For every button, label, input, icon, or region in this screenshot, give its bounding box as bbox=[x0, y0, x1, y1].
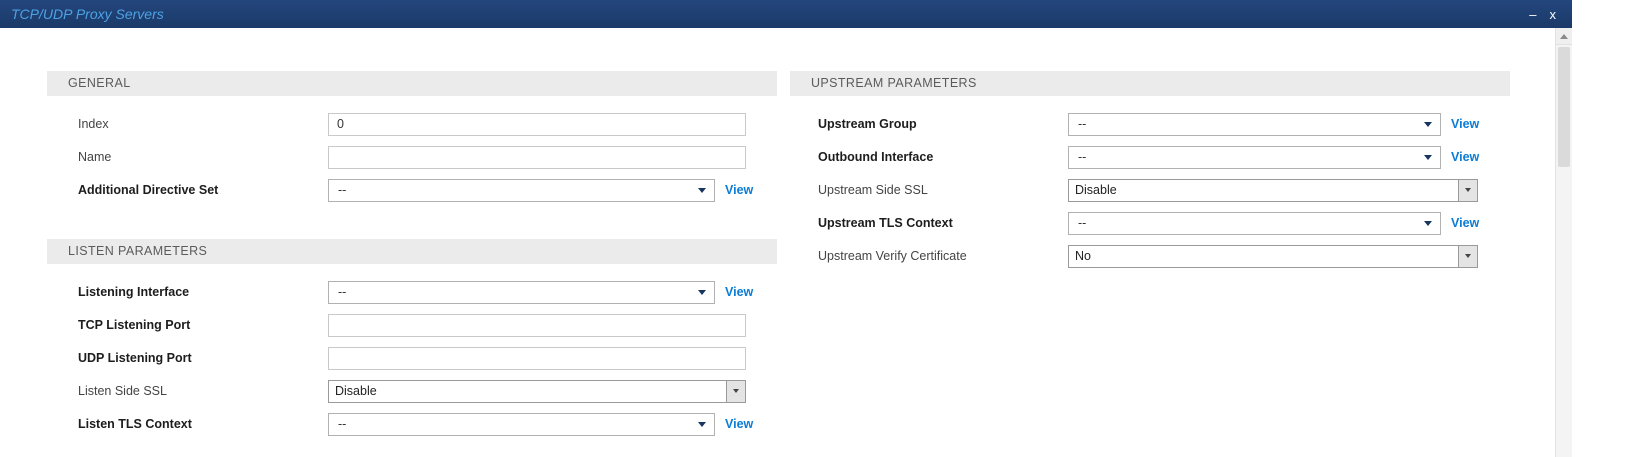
chevron-down-icon bbox=[1458, 180, 1477, 201]
listen-tls-context-row: Listen TLS Context -- View bbox=[47, 412, 777, 436]
scrollbar-thumb[interactable] bbox=[1558, 47, 1570, 167]
chevron-up-icon bbox=[1560, 34, 1568, 39]
index-row: Index bbox=[47, 112, 777, 136]
upstream-side-ssl-label: Upstream Side SSL bbox=[790, 183, 1068, 197]
index-label: Index bbox=[47, 117, 328, 131]
minimize-button[interactable]: – bbox=[1529, 8, 1536, 21]
upstream-verify-certificate-select[interactable]: No bbox=[1068, 245, 1478, 268]
dropdown-value: -- bbox=[1069, 117, 1086, 131]
chevron-down-icon bbox=[1458, 246, 1477, 267]
listen-side-ssl-label: Listen Side SSL bbox=[47, 384, 328, 398]
dropdown-value: -- bbox=[1069, 216, 1086, 230]
upstream-group-view-link[interactable]: View bbox=[1451, 117, 1479, 131]
window-controls: – x bbox=[1529, 0, 1556, 28]
upstream-side-ssl-row: Upstream Side SSL Disable bbox=[790, 178, 1510, 202]
upstream-parameters-section: UPSTREAM PARAMETERS Upstream Group -- Vi… bbox=[790, 71, 1510, 268]
additional-directive-set-view-link[interactable]: View bbox=[725, 183, 753, 197]
upstream-group-label: Upstream Group bbox=[790, 117, 1068, 131]
dropdown-value: -- bbox=[329, 417, 346, 431]
tcp-listening-port-input[interactable] bbox=[328, 314, 746, 337]
window-title: TCP/UDP Proxy Servers bbox=[0, 6, 164, 22]
tcp-listening-port-row: TCP Listening Port bbox=[47, 313, 777, 337]
listen-side-ssl-select[interactable]: Disable bbox=[328, 380, 746, 403]
tcp-listening-port-label: TCP Listening Port bbox=[47, 318, 328, 332]
chevron-down-icon bbox=[1424, 122, 1432, 127]
additional-directive-set-label: Additional Directive Set bbox=[47, 183, 328, 197]
chevron-down-icon bbox=[1424, 155, 1432, 160]
select-value: Disable bbox=[1069, 180, 1458, 201]
listen-parameters-section: LISTEN PARAMETERS Listening Interface --… bbox=[47, 239, 777, 436]
name-input[interactable] bbox=[328, 146, 746, 169]
close-button[interactable]: x bbox=[1550, 8, 1557, 21]
outbound-interface-label: Outbound Interface bbox=[790, 150, 1068, 164]
additional-directive-set-row: Additional Directive Set -- View bbox=[47, 178, 777, 202]
dialog-window: TCP/UDP Proxy Servers – x GENERAL Index … bbox=[0, 0, 1572, 457]
listen-side-ssl-row: Listen Side SSL Disable bbox=[47, 379, 777, 403]
listening-interface-label: Listening Interface bbox=[47, 285, 328, 299]
upstream-verify-certificate-row: Upstream Verify Certificate No bbox=[790, 244, 1510, 268]
upstream-tls-context-view-link[interactable]: View bbox=[1451, 216, 1479, 230]
outbound-interface-view-link[interactable]: View bbox=[1451, 150, 1479, 164]
udp-listening-port-row: UDP Listening Port bbox=[47, 346, 777, 370]
upstream-parameters-section-header: UPSTREAM PARAMETERS bbox=[790, 71, 1510, 96]
general-section: GENERAL Index Name Additional Directive … bbox=[47, 71, 777, 202]
upstream-group-dropdown[interactable]: -- bbox=[1068, 113, 1441, 136]
upstream-tls-context-label: Upstream TLS Context bbox=[790, 216, 1068, 230]
listening-interface-view-link[interactable]: View bbox=[725, 285, 753, 299]
select-value: No bbox=[1069, 246, 1458, 267]
name-row: Name bbox=[47, 145, 777, 169]
dropdown-value: -- bbox=[329, 285, 346, 299]
chevron-down-icon bbox=[726, 381, 745, 402]
listening-interface-dropdown[interactable]: -- bbox=[328, 281, 715, 304]
upstream-tls-context-dropdown[interactable]: -- bbox=[1068, 212, 1441, 235]
listen-tls-context-dropdown[interactable]: -- bbox=[328, 413, 715, 436]
listen-tls-context-view-link[interactable]: View bbox=[725, 417, 753, 431]
listening-interface-row: Listening Interface -- View bbox=[47, 280, 777, 304]
dropdown-value: -- bbox=[329, 183, 346, 197]
chevron-down-icon bbox=[698, 422, 706, 427]
chevron-down-icon bbox=[698, 290, 706, 295]
upstream-tls-context-row: Upstream TLS Context -- View bbox=[790, 211, 1510, 235]
select-value: Disable bbox=[329, 381, 726, 402]
udp-listening-port-input[interactable] bbox=[328, 347, 746, 370]
index-input[interactable] bbox=[328, 113, 746, 136]
upstream-group-row: Upstream Group -- View bbox=[790, 112, 1510, 136]
listen-parameters-section-header: LISTEN PARAMETERS bbox=[47, 239, 777, 264]
general-section-header: GENERAL bbox=[47, 71, 777, 96]
upstream-verify-certificate-label: Upstream Verify Certificate bbox=[790, 249, 1068, 263]
chevron-down-icon bbox=[698, 188, 706, 193]
chevron-down-icon bbox=[1424, 221, 1432, 226]
titlebar: TCP/UDP Proxy Servers – x bbox=[0, 0, 1572, 28]
outbound-interface-dropdown[interactable]: -- bbox=[1068, 146, 1441, 169]
upstream-side-ssl-select[interactable]: Disable bbox=[1068, 179, 1478, 202]
dropdown-value: -- bbox=[1069, 150, 1086, 164]
udp-listening-port-label: UDP Listening Port bbox=[47, 351, 328, 365]
outbound-interface-row: Outbound Interface -- View bbox=[790, 145, 1510, 169]
listen-tls-context-label: Listen TLS Context bbox=[47, 417, 328, 431]
additional-directive-set-dropdown[interactable]: -- bbox=[328, 179, 715, 202]
scroll-up-button[interactable] bbox=[1556, 28, 1572, 45]
name-label: Name bbox=[47, 150, 328, 164]
scrollbar[interactable] bbox=[1555, 28, 1572, 457]
